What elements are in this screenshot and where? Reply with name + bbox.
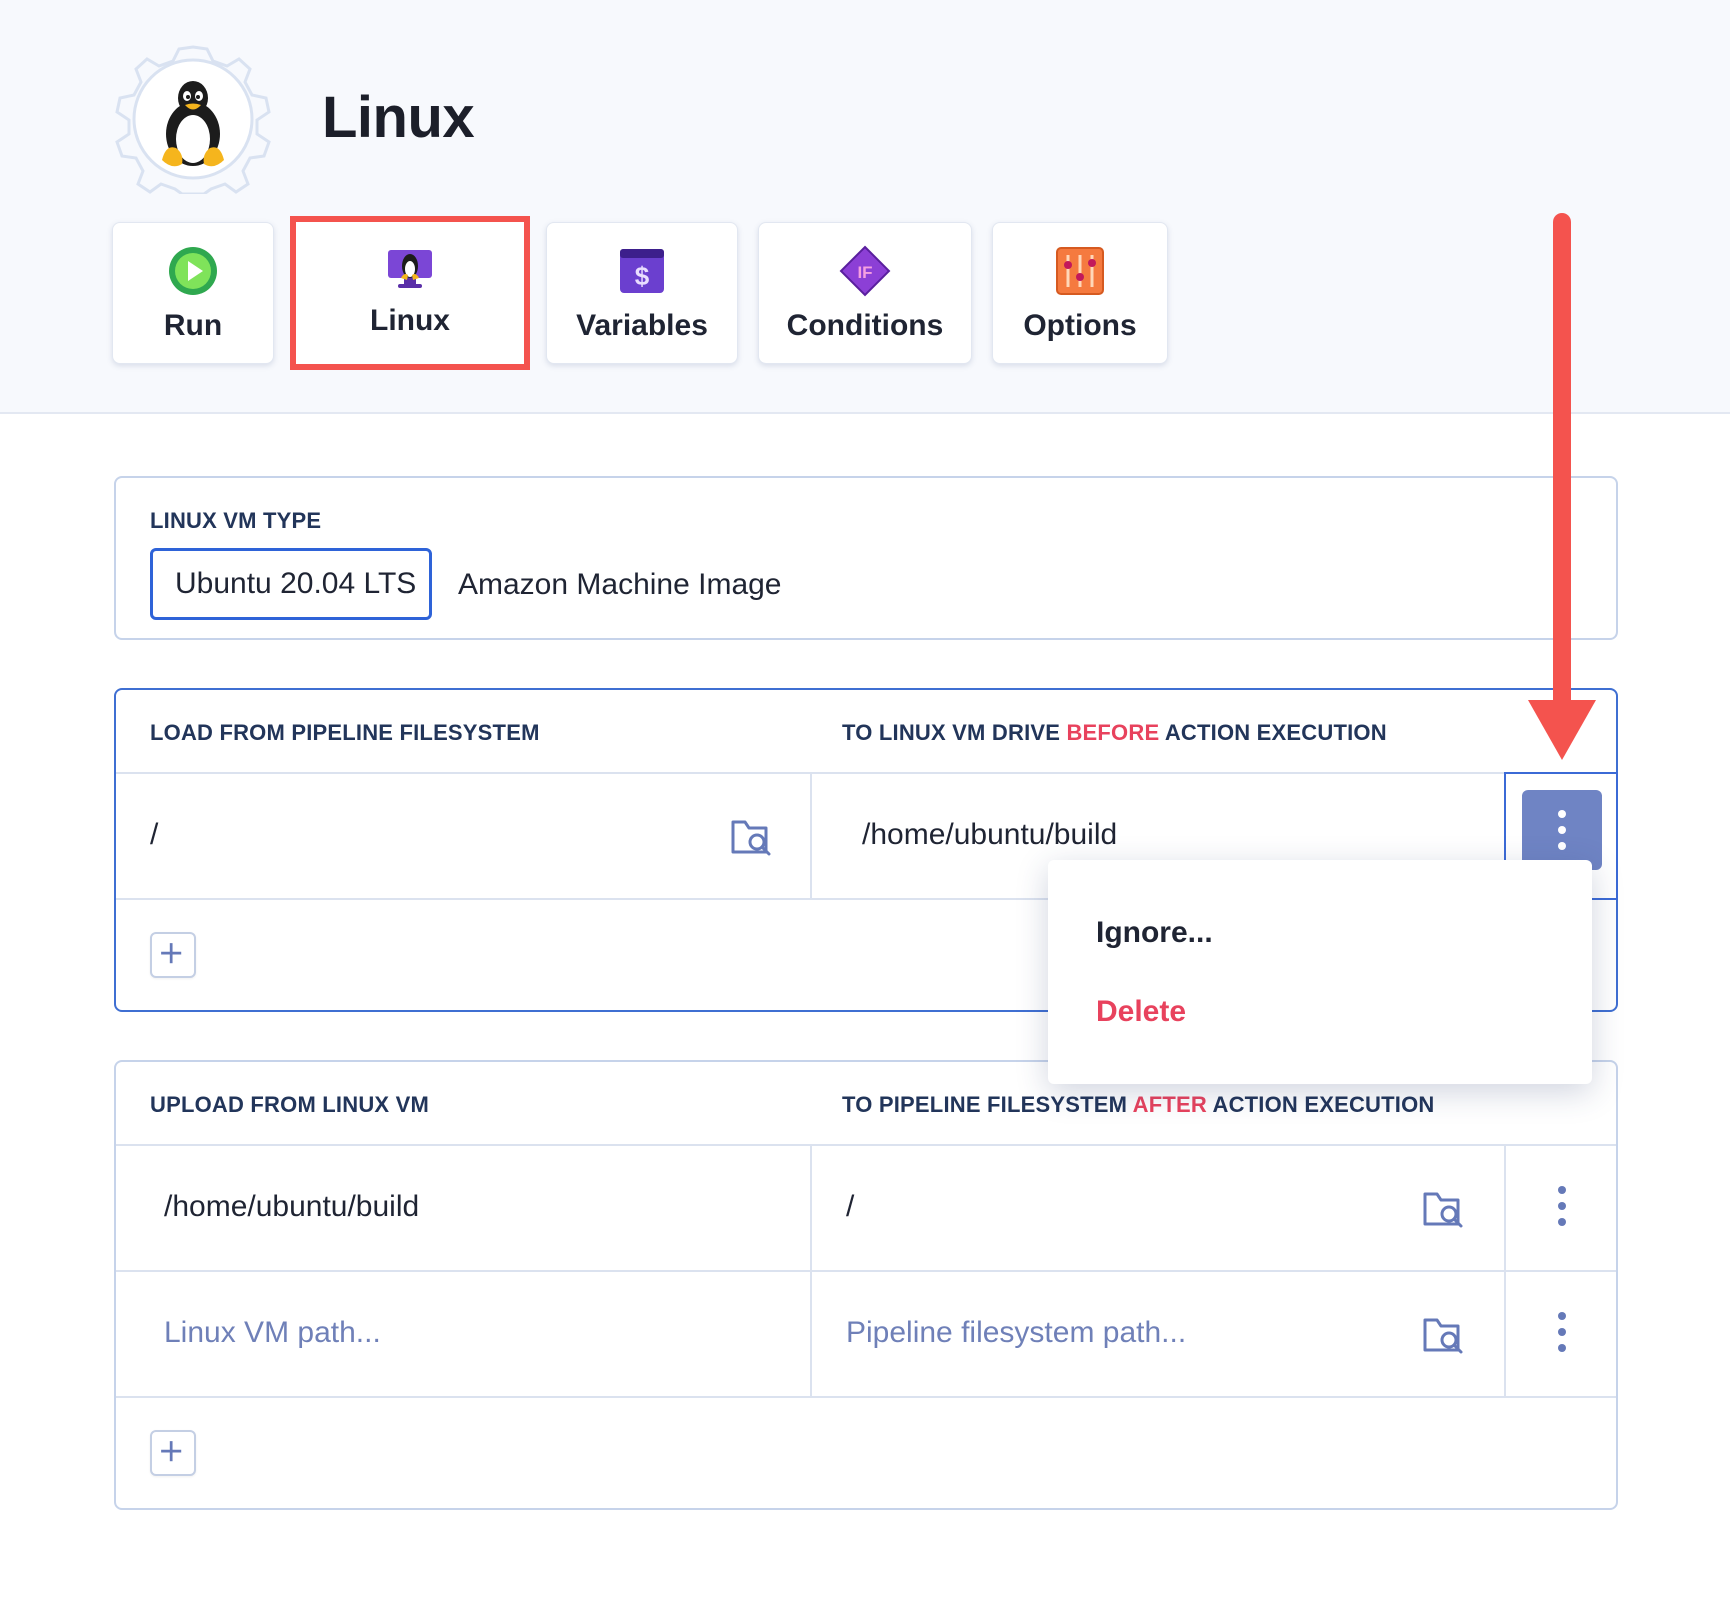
row-actions-button[interactable] — [1522, 1166, 1602, 1246]
upload-source-path[interactable]: /home/ubuntu/build — [164, 1190, 419, 1224]
tab-options[interactable]: Options — [992, 222, 1168, 364]
menu-item-ignore[interactable]: Ignore... — [1096, 916, 1213, 950]
more-vertical-icon — [1558, 1186, 1566, 1226]
load-destination-header: TO LINUX VM DRIVE BEFORE ACTION EXECUTIO… — [842, 720, 1387, 745]
upload-source-header: UPLOAD FROM LINUX VM — [150, 1092, 429, 1117]
annotation-arrow-icon — [1528, 213, 1596, 760]
vm-type-label: LINUX VM TYPE — [150, 508, 322, 533]
svg-text:IF: IF — [857, 263, 872, 282]
variables-dollar-icon: $ — [620, 249, 664, 293]
svg-text:$: $ — [635, 261, 650, 291]
tab-variables[interactable]: $ Variables — [546, 222, 738, 364]
upload-source-input[interactable]: Linux VM path... — [164, 1316, 381, 1350]
tab-run[interactable]: Run — [112, 222, 274, 364]
page-title: Linux — [322, 85, 475, 150]
folder-search-icon[interactable] — [1422, 1312, 1466, 1356]
menu-item-delete[interactable]: Delete — [1096, 995, 1186, 1029]
divider — [116, 1270, 1616, 1272]
tab-label: Variables — [576, 309, 708, 342]
divider — [810, 772, 812, 900]
folder-search-icon[interactable] — [1422, 1186, 1466, 1230]
options-sliders-icon — [1056, 247, 1104, 295]
load-source-header: LOAD FROM PIPELINE FILESYSTEM — [150, 720, 540, 745]
divider — [1504, 1144, 1506, 1398]
row-actions-button[interactable] — [1522, 1292, 1602, 1372]
vm-type-option-ami[interactable]: Amazon Machine Image — [458, 568, 782, 602]
tab-label: Run — [163, 309, 223, 342]
linux-monitor-icon — [388, 250, 432, 288]
load-destination-path[interactable]: /home/ubuntu/build — [862, 818, 1117, 852]
add-upload-row-button[interactable] — [150, 1430, 196, 1476]
more-vertical-icon — [1558, 810, 1566, 850]
linux-penguin-gear-icon — [115, 45, 271, 194]
vm-type-option-ubuntu[interactable]: Ubuntu 20.04 LTS — [150, 548, 432, 620]
divider — [116, 1144, 1616, 1146]
play-icon — [169, 247, 217, 295]
conditions-if-icon: IF — [839, 245, 891, 297]
plus-icon — [161, 1441, 182, 1462]
upload-section-card: UPLOAD FROM LINUX VM TO PIPELINE FILESYS… — [114, 1060, 1618, 1510]
tab-linux[interactable]: Linux — [290, 216, 530, 370]
divider — [810, 1144, 812, 1398]
divider — [116, 1396, 1616, 1398]
row-actions-button[interactable] — [1522, 790, 1602, 870]
upload-destination-input[interactable]: Pipeline filesystem path... — [846, 1316, 1186, 1350]
more-vertical-icon — [1558, 1312, 1566, 1352]
upload-destination-path[interactable]: / — [846, 1190, 854, 1224]
row-context-menu: Ignore... Delete — [1048, 860, 1592, 1084]
divider — [116, 772, 1616, 774]
tab-label: Conditions — [786, 309, 944, 342]
vm-type-card: LINUX VM TYPE Ubuntu 20.04 LTS Amazon Ma… — [114, 476, 1618, 640]
plus-icon — [161, 943, 182, 964]
tab-label: Options — [1023, 309, 1137, 342]
add-load-row-button[interactable] — [150, 932, 196, 978]
upload-destination-header: TO PIPELINE FILESYSTEM AFTER ACTION EXEC… — [842, 1092, 1435, 1117]
folder-search-icon[interactable] — [730, 814, 774, 858]
tab-label: Linux — [370, 304, 450, 337]
tab-conditions[interactable]: IF Conditions — [758, 222, 972, 364]
load-source-path[interactable]: / — [150, 818, 158, 852]
